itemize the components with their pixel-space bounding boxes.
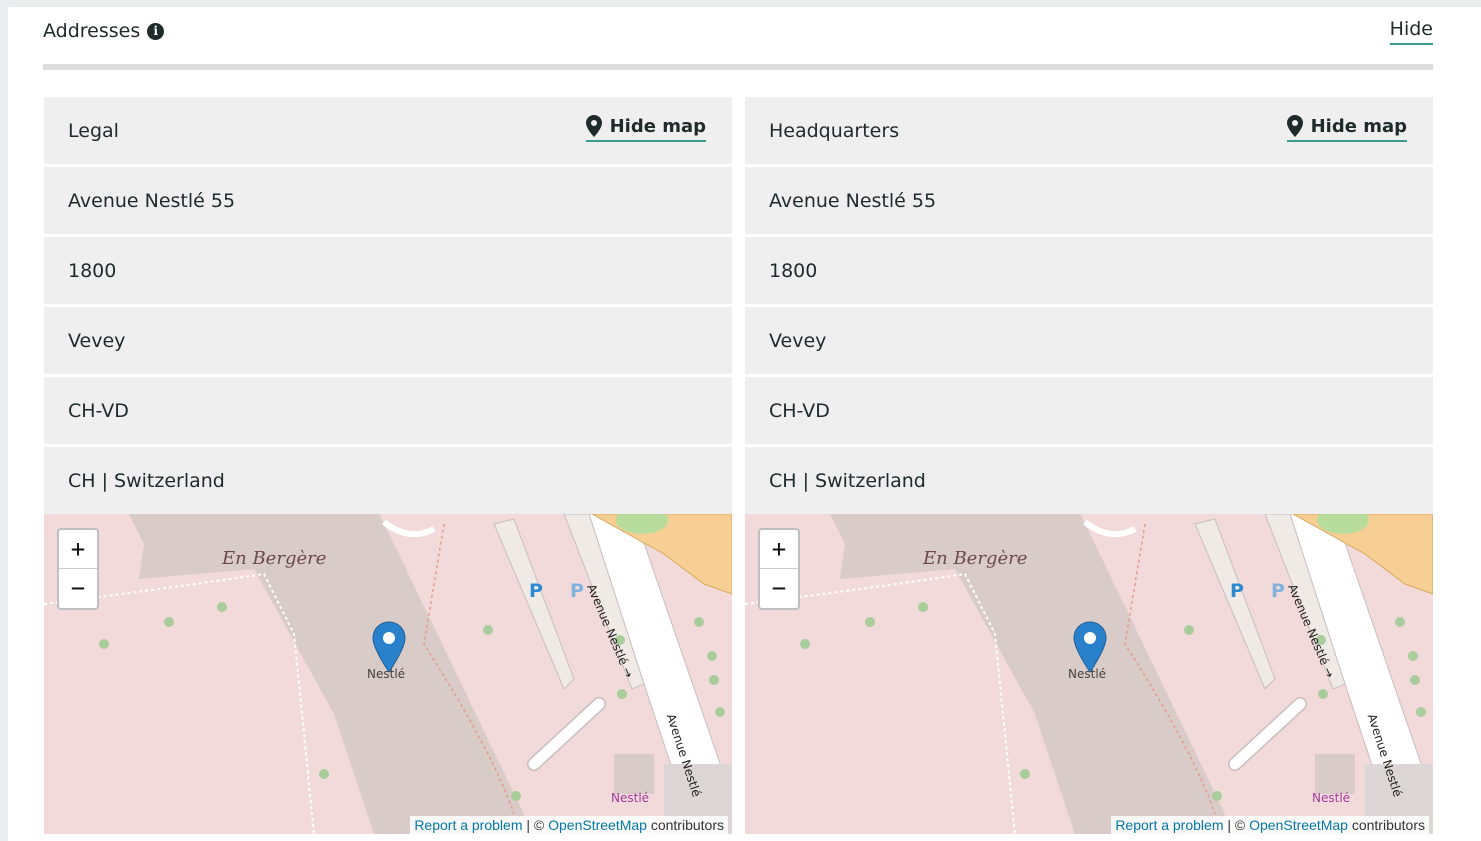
- attribution-separator: | ©: [1223, 817, 1250, 833]
- hide-map-label: Hide map: [1310, 115, 1407, 137]
- hide-map-label: Hide map: [609, 115, 706, 137]
- hide-section-button[interactable]: Hide: [1389, 18, 1433, 45]
- report-problem-link[interactable]: Report a problem: [414, 817, 522, 833]
- marker-label: Nestlé: [1068, 667, 1107, 681]
- zoom-out-button[interactable]: −: [59, 569, 97, 608]
- region-row: CH-VD: [44, 377, 732, 444]
- map-attribution: Report a problem | © OpenStreetMap contr…: [410, 816, 728, 834]
- section-divider: [43, 64, 1433, 70]
- map-marker-icon: [1073, 621, 1107, 673]
- map-view[interactable]: + − En Bergère P P Avenue Nestlé → Avenu…: [44, 514, 732, 834]
- shop-label: Nestlé: [611, 791, 650, 805]
- map-pin-icon: [585, 115, 602, 137]
- area-label: En Bergère: [923, 548, 1028, 569]
- panel-title: Legal: [68, 119, 119, 142]
- zoom-control: + −: [758, 528, 800, 610]
- map-pin-icon: [1286, 115, 1303, 137]
- zoom-in-button[interactable]: +: [760, 530, 798, 569]
- street-row: Avenue Nestlé 55: [745, 167, 1433, 234]
- parking-icon: P: [570, 580, 584, 602]
- address-panel-headquarters: Headquarters Hide map Avenue Nestlé 55 1…: [745, 97, 1433, 834]
- city-row: Vevey: [745, 307, 1433, 374]
- city-row: Vevey: [44, 307, 732, 374]
- hide-map-button[interactable]: Hide map: [585, 115, 706, 142]
- attribution-contributors: contributors: [1347, 817, 1425, 833]
- hide-map-button[interactable]: Hide map: [1286, 115, 1407, 142]
- country-row: CH | Switzerland: [44, 447, 732, 514]
- region-row: CH-VD: [745, 377, 1433, 444]
- report-problem-link[interactable]: Report a problem: [1115, 817, 1223, 833]
- attribution-contributors: contributors: [646, 817, 724, 833]
- map-marker-icon: [372, 621, 406, 673]
- map-view[interactable]: + − En Bergère P P Avenue Nestlé → Avenu…: [745, 514, 1433, 834]
- section-header: Addresses i Hide: [43, 18, 1433, 48]
- area-label: En Bergère: [222, 548, 327, 569]
- info-icon[interactable]: i: [147, 22, 165, 40]
- zoom-out-button[interactable]: −: [760, 569, 798, 608]
- attribution-separator: | ©: [522, 817, 549, 833]
- marker-label: Nestlé: [367, 667, 406, 681]
- address-panel-legal: Legal Hide map Avenue Nestlé 55 1800 Vev…: [44, 97, 732, 834]
- parking-icon: P: [529, 580, 543, 602]
- osm-link[interactable]: OpenStreetMap: [1249, 817, 1348, 833]
- panel-header: Legal Hide map: [44, 97, 732, 164]
- zoom-control: + −: [57, 528, 99, 610]
- osm-link[interactable]: OpenStreetMap: [548, 817, 647, 833]
- postal-code-row: 1800: [44, 237, 732, 304]
- zoom-in-button[interactable]: +: [59, 530, 97, 569]
- panel-header: Headquarters Hide map: [745, 97, 1433, 164]
- country-row: CH | Switzerland: [745, 447, 1433, 514]
- parking-icon: P: [1271, 580, 1285, 602]
- postal-code-row: 1800: [745, 237, 1433, 304]
- section-title: Addresses i: [43, 20, 165, 42]
- street-row: Avenue Nestlé 55: [44, 167, 732, 234]
- map-attribution: Report a problem | © OpenStreetMap contr…: [1111, 816, 1429, 834]
- panel-title: Headquarters: [769, 119, 900, 142]
- shop-label: Nestlé: [1312, 791, 1351, 805]
- parking-icon: P: [1230, 580, 1244, 602]
- section-title-text: Addresses: [43, 20, 141, 42]
